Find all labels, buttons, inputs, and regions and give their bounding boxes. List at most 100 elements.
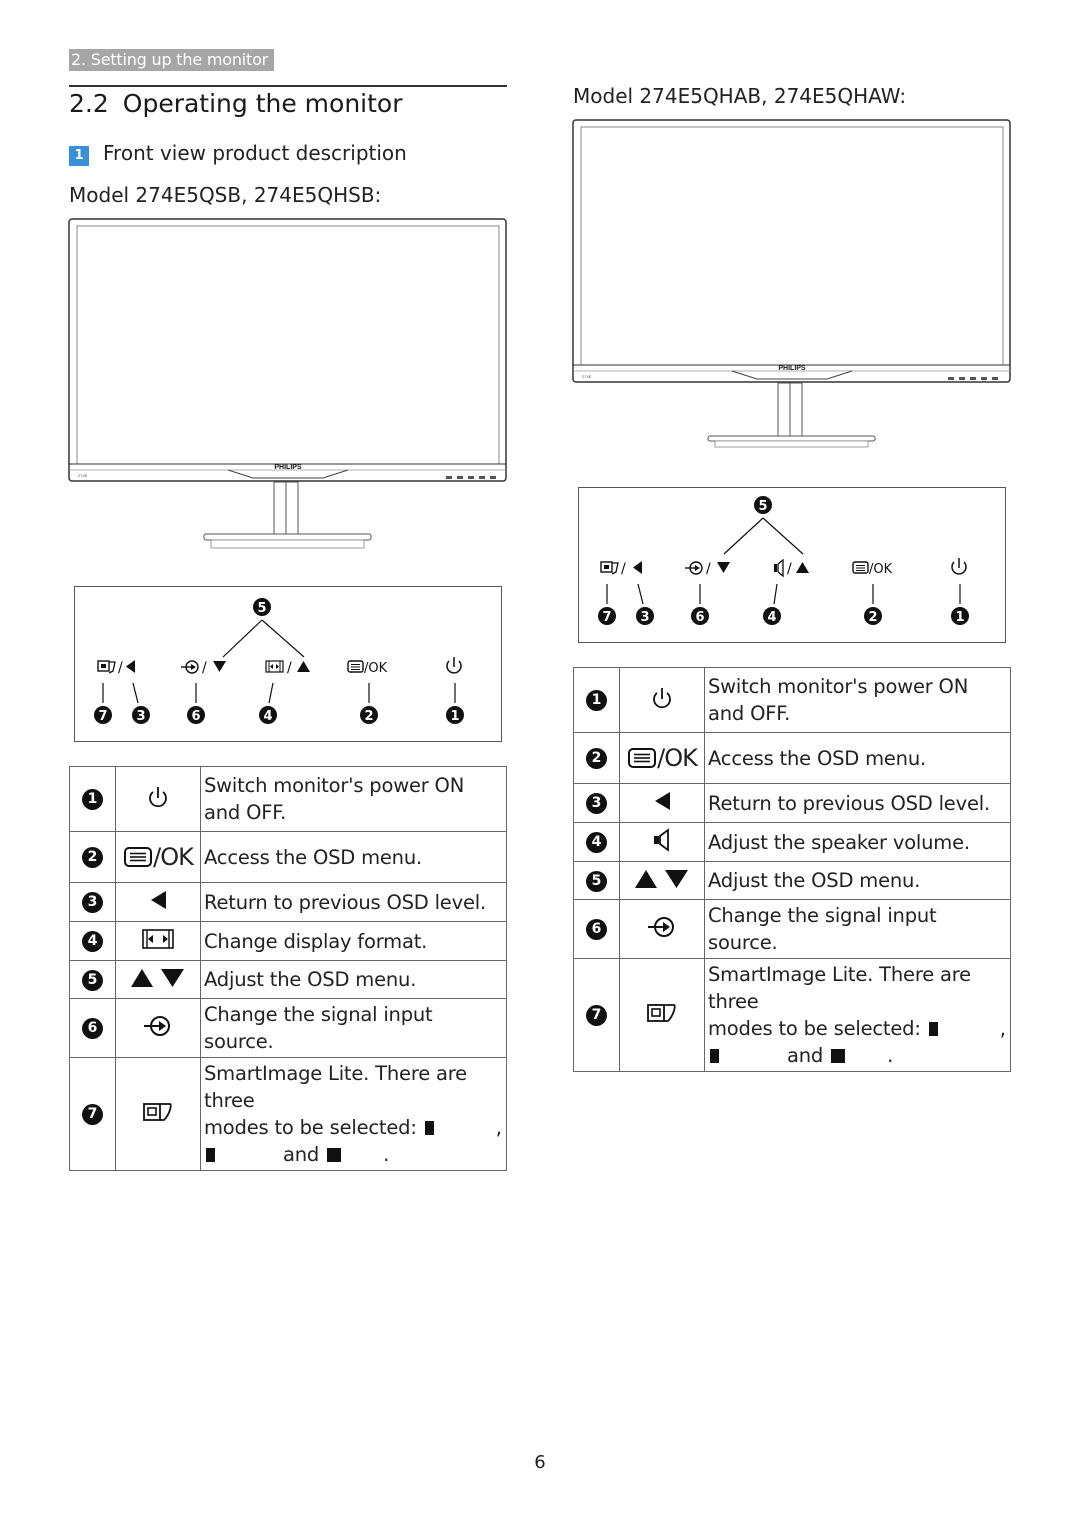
brand-logo: PHILIPS bbox=[778, 365, 806, 372]
menu-icon bbox=[852, 561, 869, 574]
section-heading: 2.2 Operating the monitor bbox=[69, 87, 403, 121]
mode-movie-icon bbox=[831, 1049, 846, 1063]
up-triangle-icon bbox=[297, 661, 310, 672]
input-source-icon bbox=[648, 917, 674, 937]
ok-label: /OK bbox=[364, 661, 388, 676]
table-row: 4 Change display format. bbox=[69, 921, 507, 961]
svg-text:2: 2 bbox=[364, 709, 373, 724]
row-number: 7 bbox=[586, 1005, 607, 1026]
row-number: 5 bbox=[82, 969, 103, 991]
svg-text:1: 1 bbox=[450, 709, 459, 724]
svg-text:/: / bbox=[118, 660, 123, 676]
row-description: Adjust the OSD menu. bbox=[704, 861, 1011, 900]
table-row: 4 Adjust the speaker volume. bbox=[573, 822, 1011, 862]
smartimage-icon bbox=[143, 1103, 172, 1121]
table-row: 7 SmartImage Lite. There are three modes… bbox=[573, 958, 1011, 1072]
svg-text:6: 6 bbox=[695, 610, 704, 625]
up-triangle-icon bbox=[796, 562, 809, 573]
smartimage-icon bbox=[600, 561, 619, 575]
table-row: 1 Switch monitor's power ON and OFF. bbox=[573, 667, 1011, 733]
mode-office-icon bbox=[424, 1121, 434, 1135]
format-icon bbox=[265, 660, 284, 673]
row-description: SmartImage Lite. There are three modes t… bbox=[704, 958, 1011, 1072]
callout-3: 3 bbox=[636, 607, 654, 625]
ok-label: /OK bbox=[153, 843, 194, 871]
row-number: 5 bbox=[586, 870, 607, 892]
row-number: 4 bbox=[586, 832, 607, 853]
speaker-icon bbox=[654, 828, 669, 852]
power-icon bbox=[446, 657, 462, 674]
key-table-left: 1 Switch monitor's power ON and OFF. 2 /… bbox=[69, 766, 507, 1171]
table-row: 5 Adjust the OSD menu. bbox=[69, 960, 507, 999]
row-description: Adjust the speaker volume. bbox=[704, 822, 1011, 862]
table-row: 3 Return to previous OSD level. bbox=[69, 882, 507, 922]
svg-text:7: 7 bbox=[602, 610, 611, 625]
row-description: Switch monitor's power ON and OFF. bbox=[704, 667, 1011, 733]
callout-6: 6 bbox=[691, 607, 709, 625]
row-description: Change display format. bbox=[200, 921, 507, 961]
svg-text:1: 1 bbox=[955, 610, 964, 625]
row-description: Adjust the OSD menu. bbox=[200, 960, 507, 999]
row-number: 6 bbox=[586, 919, 607, 940]
mode-photo-icon bbox=[710, 1049, 719, 1063]
callout-1: 1 bbox=[446, 706, 464, 724]
row-number: 2 bbox=[82, 847, 103, 868]
model-title-left: Model 274E5QSB, 274E5QHSB: bbox=[69, 183, 382, 207]
row-number: 4 bbox=[82, 931, 103, 952]
monitor-illustration-right: PHILIPS 274E bbox=[572, 119, 1014, 451]
callout-5: 5 bbox=[253, 598, 271, 616]
table-row: 7 SmartImage Lite. There are three modes… bbox=[69, 1057, 507, 1171]
subsection-badge: 1 bbox=[69, 146, 89, 166]
svg-text:4: 4 bbox=[263, 709, 272, 724]
row-description: Change the signal input source. bbox=[704, 899, 1011, 959]
mode-movie-icon bbox=[327, 1148, 342, 1162]
left-triangle-icon bbox=[151, 891, 166, 909]
monitor-illustration-left: PHILIPS 274E bbox=[68, 218, 510, 554]
svg-text:2: 2 bbox=[868, 610, 877, 625]
svg-text:3: 3 bbox=[640, 610, 649, 625]
section-number: 2.2 bbox=[69, 89, 109, 118]
svg-text:5: 5 bbox=[758, 499, 767, 514]
table-row: 3 Return to previous OSD level. bbox=[573, 783, 1011, 823]
table-row: 1 Switch monitor's power ON and OFF. bbox=[69, 766, 507, 832]
menu-icon bbox=[124, 847, 153, 867]
svg-text:/: / bbox=[287, 660, 292, 676]
callout-2: 2 bbox=[360, 706, 378, 724]
model-title-right: Model 274E5QHAB, 274E5QHAW: bbox=[573, 84, 907, 108]
up-down-triangles-icon bbox=[635, 869, 688, 888]
section-title: Operating the monitor bbox=[122, 89, 403, 118]
left-triangle-icon bbox=[633, 561, 642, 574]
control-panel-diagram-right: 5 / / / /OK 7 3 6 4 2 1 bbox=[578, 487, 1006, 643]
down-triangle-icon bbox=[717, 562, 730, 573]
row-number: 1 bbox=[586, 690, 607, 711]
model-label: 274E bbox=[582, 374, 592, 379]
input-icon bbox=[181, 660, 199, 674]
callout-6: 6 bbox=[187, 706, 205, 724]
table-row: 5 Adjust the OSD menu. bbox=[573, 861, 1011, 900]
control-panel-diagram-left: 5 / / / /OK 7 3 6 4 2 1 bbox=[74, 586, 502, 742]
mode-office-icon bbox=[928, 1022, 938, 1036]
row-number: 1 bbox=[82, 789, 103, 810]
svg-text:/: / bbox=[787, 561, 792, 577]
row-description: Access the OSD menu. bbox=[200, 831, 507, 883]
speaker-icon bbox=[774, 558, 784, 578]
callout-7: 7 bbox=[94, 706, 112, 724]
svg-text:/: / bbox=[202, 660, 207, 676]
callout-5: 5 bbox=[754, 496, 772, 514]
power-icon bbox=[653, 688, 671, 709]
model-label: 274E bbox=[78, 473, 88, 478]
power-icon bbox=[149, 787, 167, 808]
page-number: 6 bbox=[534, 1452, 546, 1473]
up-down-triangles-icon bbox=[131, 968, 184, 987]
callout-7: 7 bbox=[598, 607, 616, 625]
row-number: 2 bbox=[586, 748, 607, 769]
table-row: 2 /OK Access the OSD menu. bbox=[573, 732, 1011, 784]
table-row: 2 /OK Access the OSD menu. bbox=[69, 831, 507, 883]
menu-icon bbox=[628, 748, 657, 768]
svg-text:5: 5 bbox=[257, 601, 266, 616]
smartimage-icon bbox=[97, 660, 116, 674]
mode-photo-icon bbox=[206, 1148, 215, 1162]
subsection-heading: 1 Front view product description bbox=[69, 141, 407, 166]
row-description: SmartImage Lite. There are three modes t… bbox=[200, 1057, 507, 1171]
callout-3: 3 bbox=[132, 706, 150, 724]
